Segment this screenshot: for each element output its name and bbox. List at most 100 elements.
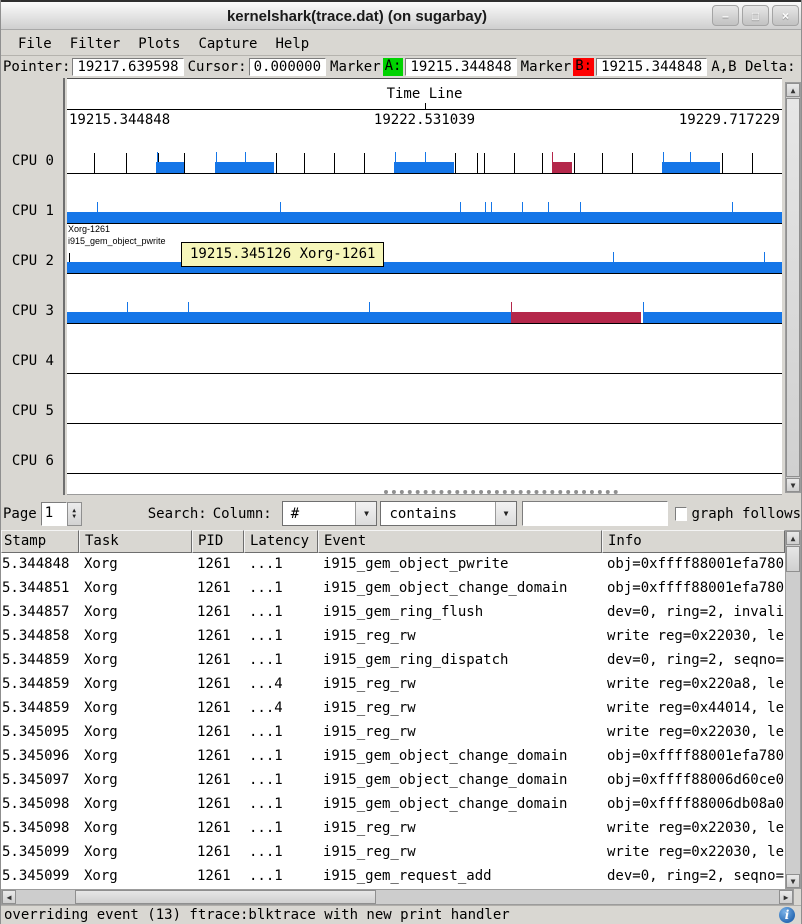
cell-stamp: 5.344859 [1,649,79,673]
marker-b-badge[interactable]: B: [573,58,594,76]
cell-stamp: 5.345095 [1,721,79,745]
marker-info-bar: Pointer: 19217.639598 Cursor: 0.000000 M… [1,56,802,78]
table-row[interactable]: 5.345095Xorg1261...1i915_reg_rwwrite reg… [1,721,785,745]
cell-latency: ...1 [244,865,318,889]
task-event-tick [127,302,128,323]
cell-task: Xorg [79,697,192,721]
cell-event: i915_reg_rw [318,721,602,745]
maximize-button[interactable]: □ [742,5,769,26]
cell-pid: 1261 [192,817,244,841]
event-tick [304,153,305,173]
menu-bar: FileFilterPlotsCaptureHelp [1,32,802,56]
match-dropdown[interactable]: contains ▼ [380,501,517,526]
cell-stamp: 5.345098 [1,817,79,841]
table-row[interactable]: 5.344848Xorg1261...1i915_gem_object_pwri… [1,553,785,577]
cell-pid: 1261 [192,625,244,649]
chevron-down-icon[interactable]: ▼ [495,502,516,525]
table-row[interactable]: 5.344859Xorg1261...4i915_reg_rwwrite reg… [1,673,785,697]
table-row[interactable]: 5.344859Xorg1261...4i915_reg_rwwrite reg… [1,697,785,721]
scroll-left-icon[interactable]: ◀ [2,890,16,904]
scroll-up-icon[interactable]: ▲ [786,531,800,545]
task-event-tick [188,302,189,323]
cell-stamp: 5.344848 [1,553,79,577]
task-bar[interactable] [662,162,720,173]
task-bar[interactable] [643,312,782,323]
column-header-pid[interactable]: PID [192,530,244,553]
page-value[interactable]: 1 [41,502,67,526]
graph-follows-checkbox[interactable] [675,507,687,521]
info-icon[interactable]: i [779,907,795,923]
menu-item-help[interactable]: Help [268,34,316,54]
window-controls: – □ × [712,5,799,26]
table-row[interactable]: 5.344859Xorg1261...1i915_gem_ring_dispat… [1,649,785,673]
column-header-event[interactable]: Event [318,530,602,553]
event-tick [722,153,723,173]
table-row[interactable]: 5.345098Xorg1261...1i915_reg_rwwrite reg… [1,817,785,841]
cell-task: Xorg [79,793,192,817]
close-button[interactable]: × [772,5,799,26]
marker-a-badge[interactable]: A: [383,58,404,76]
event-tick [94,153,95,173]
table-vscroll-thumb[interactable] [786,546,800,572]
column-header-info[interactable]: Info [602,530,785,553]
table-row[interactable]: 5.344857Xorg1261...1i915_gem_ring_flushd… [1,601,785,625]
minimize-button[interactable]: – [712,5,739,26]
event-tick [574,153,575,173]
scroll-up-icon[interactable]: ▲ [786,83,800,97]
table-hscroll-thumb[interactable] [75,890,376,904]
table-row[interactable]: 5.345099Xorg1261...1i915_reg_rwwrite reg… [1,841,785,865]
cell-stamp: 5.344859 [1,697,79,721]
task-bar[interactable] [394,162,454,173]
cell-pid: 1261 [192,745,244,769]
cell-stamp: 5.345099 [1,841,79,865]
scroll-down-icon[interactable]: ▼ [786,874,800,888]
cell-task: Xorg [79,649,192,673]
table-horizontal-scrollbar[interactable]: ◀ ▶ [1,889,794,905]
table-row[interactable]: 5.345098Xorg1261...1i915_gem_object_chan… [1,793,785,817]
menu-item-plots[interactable]: Plots [131,34,187,54]
task-bar[interactable] [552,162,572,173]
task-bar[interactable] [67,262,782,273]
graph-vscroll-thumb[interactable] [786,98,800,477]
chevron-down-icon[interactable]: ▼ [355,502,376,525]
table-row[interactable]: 5.345096Xorg1261...1i915_gem_object_chan… [1,745,785,769]
task-bar[interactable] [511,312,641,323]
table-row[interactable]: 5.344851Xorg1261...1i915_gem_object_chan… [1,577,785,601]
column-header-latency[interactable]: Latency [244,530,318,553]
scroll-down-icon[interactable]: ▼ [786,478,800,492]
task-event-tick [157,152,158,173]
column-dropdown[interactable]: # ▼ [282,501,378,526]
task-bar[interactable] [67,212,782,223]
column-header-stamp[interactable]: Stamp [1,530,79,553]
scroll-right-icon[interactable]: ▶ [779,890,793,904]
cpu-baseline [67,423,782,424]
time-axis-line [67,109,782,110]
task-bar[interactable] [156,162,184,173]
timeline-plot[interactable]: Time Line 19215.344848 19222.531039 1922… [67,78,782,495]
graph-vertical-scrollbar[interactable]: ▲ ▼ [785,82,801,493]
table-row[interactable]: 5.345097Xorg1261...1i915_gem_object_chan… [1,769,785,793]
search-label: Search: [148,506,207,522]
menu-item-filter[interactable]: Filter [63,34,128,54]
menu-item-file[interactable]: File [11,34,59,54]
time-tick-mid: 19222.531039 [67,112,782,128]
title-bar[interactable]: kernelshark(trace.dat) (on sugarbay) – □… [1,0,802,30]
spinner-arrows-icon[interactable]: ▲▼ [67,502,82,526]
task-event-tick [369,302,370,323]
table-row[interactable]: 5.344858Xorg1261...1i915_reg_rwwrite reg… [1,625,785,649]
time-tick-right: 19229.717229 [679,112,780,128]
cell-pid: 1261 [192,697,244,721]
task-event-tick [522,202,523,223]
cell-event: i915_gem_object_change_domain [318,769,602,793]
table-row[interactable]: 5.345099Xorg1261...1i915_gem_request_add… [1,865,785,889]
table-vertical-scrollbar[interactable]: ▲ ▼ [785,530,801,889]
task-bar[interactable] [67,312,511,323]
page-spinbox[interactable]: 1 ▲▼ [41,502,82,526]
match-dropdown-value: contains [381,506,495,522]
cell-stamp: 5.345099 [1,865,79,889]
menu-item-capture[interactable]: Capture [191,34,264,54]
search-input[interactable] [522,501,668,526]
pane-splitter-grip[interactable] [384,490,618,496]
column-header-task[interactable]: Task [79,530,192,553]
cell-event: i915_gem_object_change_domain [318,577,602,601]
